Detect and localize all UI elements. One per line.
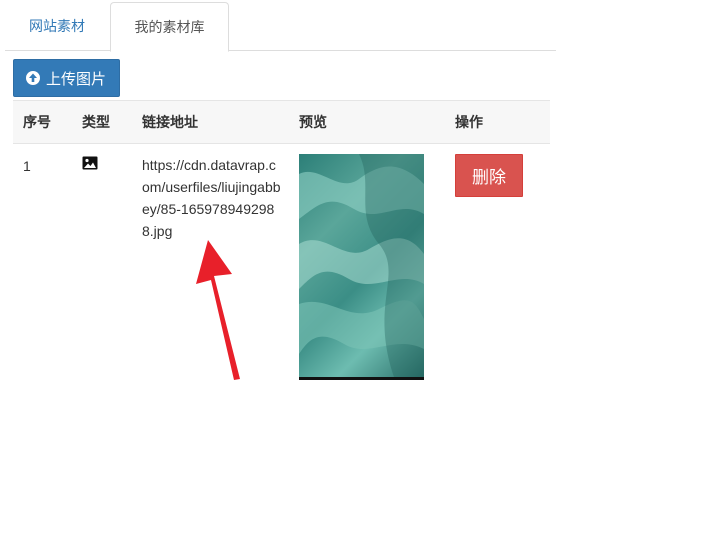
- material-table: 序号 类型 链接地址 预览 操作 1 https://cdn.datavrap.…: [13, 100, 550, 384]
- upload-button-label: 上传图片: [46, 70, 107, 88]
- row-link-url: https://cdn.datavrap.com/userfiles/liuji…: [142, 157, 281, 239]
- header-index: 序号: [23, 114, 51, 130]
- delete-button[interactable]: 删除: [455, 154, 523, 197]
- preview-image[interactable]: [299, 154, 424, 380]
- annotation-arrow-icon: [196, 240, 240, 380]
- tab-my-library[interactable]: 我的素材库: [110, 2, 229, 52]
- upload-image-button[interactable]: 上传图片: [13, 59, 120, 97]
- header-operations: 操作: [455, 114, 483, 130]
- arrow-up-circle-icon: [25, 70, 41, 86]
- header-link: 链接地址: [142, 114, 198, 130]
- header-type: 类型: [82, 114, 110, 130]
- image-icon: [82, 156, 98, 173]
- table-header: 序号 类型 链接地址 预览 操作: [13, 100, 550, 144]
- header-preview: 预览: [299, 114, 327, 130]
- row-index: 1: [23, 158, 31, 174]
- table-row: 1 https://cdn.datavrap.com/userfiles/liu…: [13, 144, 550, 384]
- material-library-page: 网站素材 我的素材库 上传图片 序号 类型 链接地址 预览 操作 1 https…: [0, 0, 702, 553]
- tab-site-materials[interactable]: 网站素材: [5, 2, 109, 51]
- tab-bar: 网站素材 我的素材库: [5, 2, 556, 52]
